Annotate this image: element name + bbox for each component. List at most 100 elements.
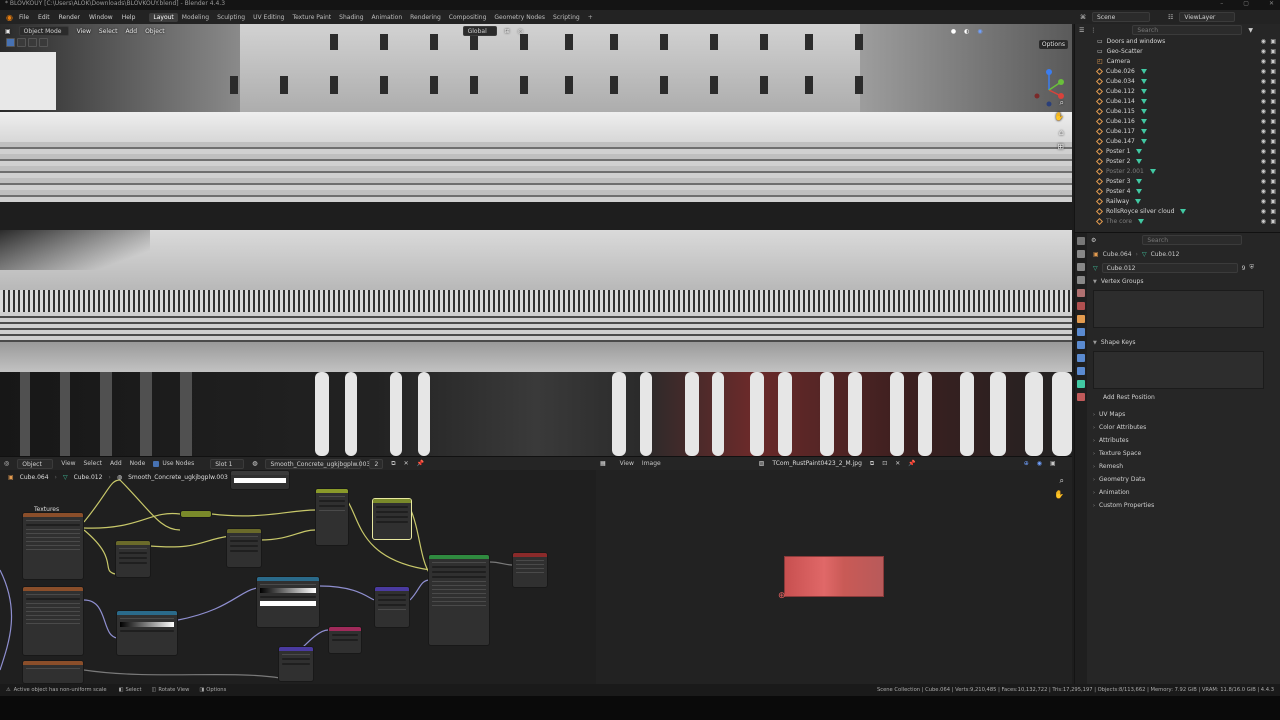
mesh-data-icon[interactable] [1138, 218, 1145, 224]
render-visibility-icon[interactable]: ▣ [1270, 168, 1276, 175]
unlink-image-icon[interactable]: ✕ [895, 460, 900, 467]
pan-hand-icon[interactable]: ✋ [1054, 112, 1064, 121]
node-menu-select[interactable]: Select [84, 460, 103, 467]
visibility-eye-icon[interactable]: ◉ [1261, 118, 1266, 125]
transform-orientation-dropdown[interactable]: Global [462, 26, 497, 36]
use-nodes-checkbox[interactable]: Use Nodes [153, 460, 194, 467]
editor-type-icon[interactable]: ◎ [4, 460, 9, 467]
camera-view-icon[interactable]: ⌂ [1059, 128, 1064, 137]
physics-tab-icon[interactable] [1077, 354, 1085, 362]
render-visibility-icon[interactable]: ▣ [1270, 218, 1276, 225]
collapsed-panel-header[interactable]: › Color Attributes [1089, 421, 1280, 434]
fake-user-icon[interactable]: ⛨ [1249, 264, 1254, 272]
scene-tab-icon[interactable] [1077, 289, 1085, 297]
new-image-icon[interactable]: ⊡ [882, 460, 887, 467]
props-editor-icon[interactable]: ⚙ [1091, 237, 1096, 244]
mesh-data-icon[interactable] [1136, 178, 1143, 184]
bump-node-2[interactable] [328, 626, 362, 654]
outliner-item[interactable]: Railway ◉ ▣ [1075, 196, 1280, 206]
output-tab-icon[interactable] [1077, 263, 1085, 271]
object-tab-icon[interactable] [1077, 315, 1085, 323]
mesh-data-icon[interactable] [1140, 108, 1147, 114]
mesh-data-icon[interactable] [1180, 208, 1187, 214]
menu-window[interactable]: Window [89, 14, 113, 21]
tool-tab-icon[interactable] [1077, 237, 1085, 245]
tab-animation[interactable]: Animation [368, 13, 407, 22]
mesh-data-icon[interactable] [1140, 118, 1147, 124]
render-visibility-icon[interactable]: ▣ [1270, 208, 1276, 215]
material-tab-icon[interactable] [1077, 393, 1085, 401]
outliner-item[interactable]: Cube.112 ◉ ▣ [1075, 86, 1280, 96]
image-name-field[interactable]: TCom_RustPaint0423_2_M.jpg [772, 460, 862, 467]
tab-sculpting[interactable]: Sculpting [213, 13, 249, 22]
visibility-eye-icon[interactable]: ◉ [1261, 48, 1266, 55]
outliner-item[interactable]: Cube.114 ◉ ▣ [1075, 96, 1280, 106]
menu-render[interactable]: Render [59, 14, 80, 21]
tab-geometry-nodes[interactable]: Geometry Nodes [490, 13, 549, 22]
outliner-item[interactable]: Cube.115 ◉ ▣ [1075, 106, 1280, 116]
normal-map-node[interactable] [278, 646, 314, 682]
3d-viewport[interactable]: ▣ Object Mode View Select Add Object Glo… [0, 24, 1072, 456]
close-icon[interactable]: ✕ [1269, 0, 1274, 7]
outliner-item[interactable]: Cube.026 ◉ ▣ [1075, 66, 1280, 76]
outliner-item[interactable]: Cube.116 ◉ ▣ [1075, 116, 1280, 126]
render-visibility-icon[interactable]: ▣ [1270, 38, 1276, 45]
viewport-options-button[interactable]: Options [1038, 40, 1068, 49]
visibility-eye-icon[interactable]: ◉ [1261, 198, 1266, 205]
visibility-eye-icon[interactable]: ◉ [1261, 138, 1266, 145]
render-visibility-icon[interactable]: ▣ [1270, 118, 1276, 125]
mesh-data-icon[interactable] [1149, 168, 1156, 174]
visibility-eye-icon[interactable]: ◉ [1261, 178, 1266, 185]
editor-type-icon[interactable]: ▦ [600, 460, 606, 467]
render-visibility-icon[interactable]: ▣ [1270, 128, 1276, 135]
visibility-eye-icon[interactable]: ◉ [1261, 168, 1266, 175]
editor-type-icon[interactable]: ▣ [5, 28, 11, 35]
tab-compositing[interactable]: Compositing [445, 13, 491, 22]
render-visibility-icon[interactable]: ▣ [1270, 188, 1276, 195]
tab-layout[interactable]: Layout [149, 12, 178, 22]
fake-user-icon[interactable]: ⧉ [870, 460, 874, 468]
menu-file[interactable]: File [19, 14, 29, 21]
node-menu-node[interactable]: Node [130, 460, 146, 467]
node-menu-view[interactable]: View [61, 460, 75, 467]
outliner-item[interactable]: The core ◉ ▣ [1075, 216, 1280, 226]
outliner-search-input[interactable]: Search [1132, 25, 1243, 35]
snap-icon[interactable]: ⊞ [505, 28, 510, 35]
add-workspace-icon[interactable]: + [588, 14, 593, 21]
render-visibility-icon[interactable]: ▣ [1270, 198, 1276, 205]
image-menu-view[interactable]: View [620, 460, 634, 467]
menu-help[interactable]: Help [122, 14, 136, 21]
select-subtract-icon[interactable] [28, 38, 37, 47]
mesh-data-icon[interactable] [1135, 198, 1142, 204]
shading-solid-icon[interactable]: ● [951, 28, 956, 35]
tab-rendering[interactable]: Rendering [406, 13, 445, 22]
hue-saturation-node-2[interactable] [226, 528, 262, 568]
render-visibility-icon[interactable]: ▣ [1270, 108, 1276, 115]
image-texture-node-3[interactable] [22, 660, 84, 684]
filter-icon[interactable]: ⋮ [1090, 27, 1096, 34]
tab-scripting[interactable]: Scripting [549, 13, 584, 22]
visibility-eye-icon[interactable]: ◉ [1261, 218, 1266, 225]
visibility-eye-icon[interactable]: ◉ [1261, 88, 1266, 95]
outliner-editor-icon[interactable]: ☰ [1079, 27, 1084, 34]
outliner-item[interactable]: Poster 4 ◉ ▣ [1075, 186, 1280, 196]
image-menu-image[interactable]: Image [642, 460, 661, 467]
outliner-item[interactable]: Poster 1 ◉ ▣ [1075, 146, 1280, 156]
properties-editor[interactable]: ⚙ Search ▣ Cube.064 › ▽ Cube.012 ▽ Cube.… [1074, 232, 1280, 685]
render-visibility-icon[interactable]: ▣ [1270, 78, 1276, 85]
render-visibility-icon[interactable]: ▣ [1270, 138, 1276, 145]
outliner-item[interactable]: Poster 2 ◉ ▣ [1075, 156, 1280, 166]
visibility-eye-icon[interactable]: ◉ [1261, 148, 1266, 155]
visibility-eye-icon[interactable]: ◉ [1261, 58, 1266, 65]
visibility-eye-icon[interactable]: ◉ [1261, 158, 1266, 165]
visibility-eye-icon[interactable]: ◉ [1261, 108, 1266, 115]
vertex-groups-list[interactable] [1093, 290, 1264, 328]
mesh-data-icon[interactable] [1140, 78, 1147, 84]
gizmo-toggle-icon[interactable]: ⊕ [1024, 460, 1029, 467]
mesh-data-icon[interactable] [1140, 98, 1147, 104]
mesh-data-icon[interactable] [1140, 128, 1147, 134]
unlink-icon[interactable]: ✕ [404, 460, 409, 467]
modifier-tab-icon[interactable] [1077, 328, 1085, 336]
properties-search-input[interactable]: Search [1142, 235, 1243, 245]
mesh-name-field[interactable]: Cube.012 [1101, 263, 1238, 273]
